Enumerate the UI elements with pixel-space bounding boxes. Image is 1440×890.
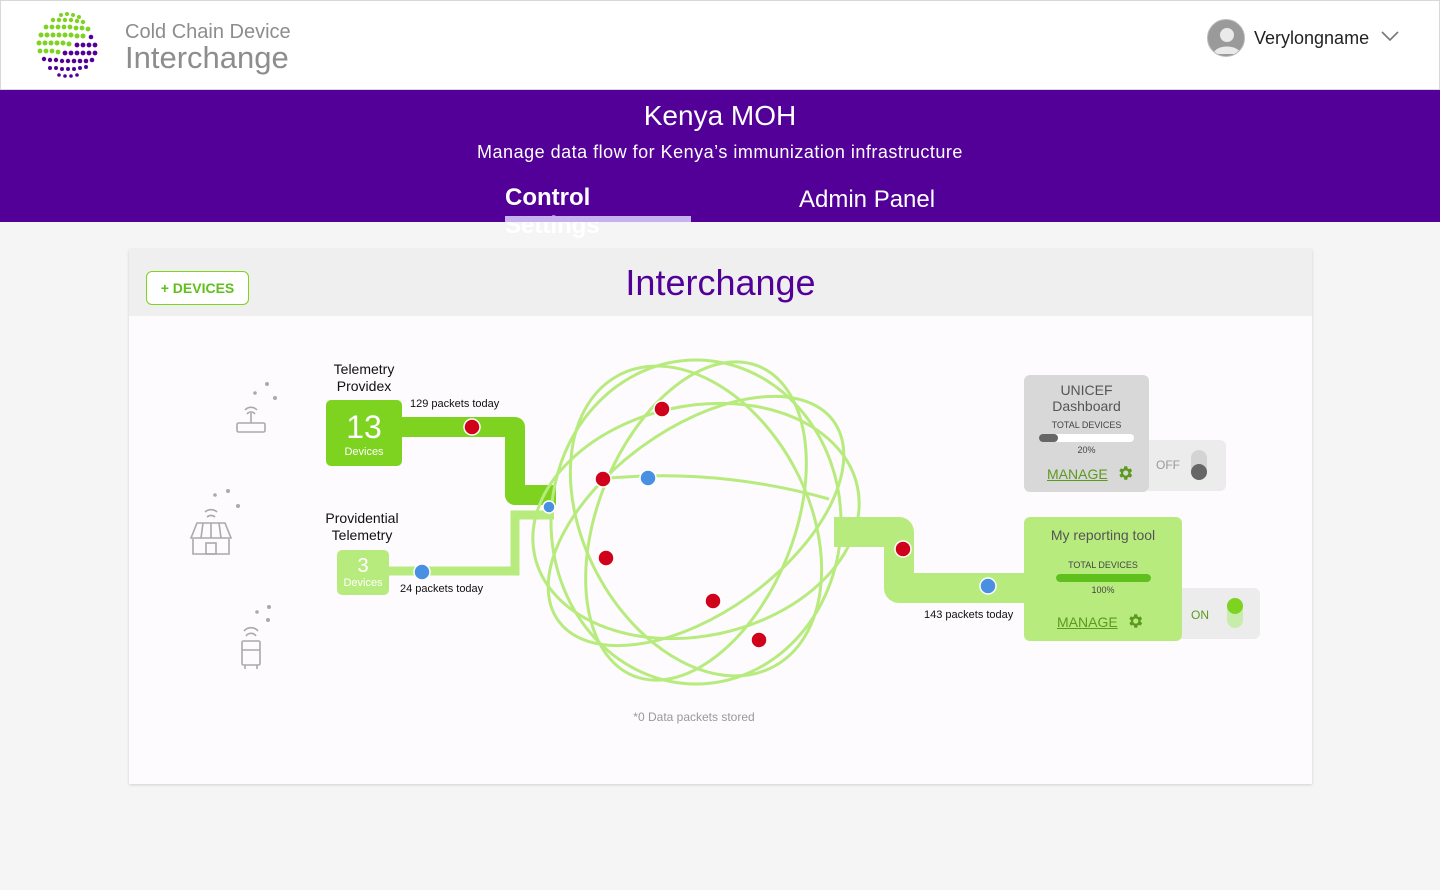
reporting-tool-toggle-switch[interactable] — [1227, 598, 1243, 628]
packets-today: 24 packets today — [400, 583, 484, 595]
top-bar: Cold Chain Device Interchange Verylongna… — [0, 0, 1440, 90]
device-count: 3 — [357, 555, 369, 577]
devices-progress-bar — [1055, 574, 1151, 582]
total-devices-label: TOTAL DEVICES — [1068, 560, 1138, 570]
progress-percent: 20% — [1077, 445, 1096, 455]
destination-my-reporting-tool: My reporting tool TOTAL DEVICES 100% MAN… — [1024, 517, 1182, 641]
total-devices-label: TOTAL DEVICES — [1051, 420, 1122, 430]
devices-progress-bar — [1039, 434, 1134, 442]
source-name: Telemetry Providex — [333, 361, 395, 394]
toggle-knob — [1227, 598, 1243, 614]
device-unit: Devices — [344, 446, 384, 458]
gear-icon[interactable] — [1126, 612, 1144, 630]
destination-name: My reporting tool — [1050, 527, 1156, 543]
source-device-count-box[interactable]: 3 Devices — [337, 550, 389, 595]
pipe-telemetry-providex — [397, 417, 556, 505]
device-unit: Devices — [343, 577, 383, 589]
toggle-state-label: ON — [1191, 608, 1209, 622]
unicef-toggle-switch[interactable] — [1191, 450, 1207, 480]
chevron-down-icon[interactable] — [1379, 25, 1401, 47]
tab-control-settings[interactable]: Control Settings — [505, 184, 691, 239]
health-facility-icon — [189, 489, 240, 555]
packets-today: 129 packets today — [410, 398, 500, 410]
pipe-providential — [388, 510, 554, 576]
destination-name: UNICEF Dashboard — [1052, 382, 1121, 414]
org-subtitle: Manage data flow for Kenya’s immunizatio… — [477, 142, 963, 162]
logo-globe-icon — [36, 12, 98, 78]
unicef-toggle-panel: OFF — [1148, 440, 1226, 491]
output-packets-today: 143 packets today — [924, 609, 1014, 621]
tab-label: Admin Panel — [799, 186, 936, 213]
user-menu[interactable]: Verylongname — [1207, 19, 1407, 59]
gear-icon[interactable] — [1116, 464, 1134, 482]
fridge-icon — [241, 605, 271, 669]
router-icon — [236, 382, 277, 433]
manage-link[interactable]: MANAGE — [1057, 614, 1118, 630]
toggle-knob — [1191, 464, 1207, 480]
pipe-output — [834, 517, 1024, 603]
packet-dot — [542, 500, 556, 514]
tab-label: Control Settings — [505, 184, 600, 239]
interchange-hub — [531, 358, 861, 686]
org-banner: Kenya MOH Manage data flow for Kenya’s i… — [0, 90, 1440, 239]
destination-unicef-dashboard: UNICEF Dashboard TOTAL DEVICES 20% MANAG… — [1024, 375, 1149, 492]
toggle-state-label: OFF — [1156, 458, 1180, 472]
tab-admin-panel[interactable]: Admin Panel — [799, 186, 935, 224]
devices-progress-fill — [1055, 574, 1151, 582]
manage-link[interactable]: MANAGE — [1047, 466, 1108, 482]
stored-packets-note: *0 Data packets stored — [633, 710, 755, 724]
username: Verylongname — [1254, 28, 1370, 48]
devices-progress-fill — [1039, 434, 1058, 442]
org-name: Kenya MOH — [643, 100, 797, 131]
device-count: 13 — [346, 409, 382, 445]
source-device-count-box[interactable]: 13 Devices — [326, 400, 402, 466]
source-name: Providential Telemetry — [325, 510, 399, 543]
logo-title-large: Interchange — [125, 40, 289, 75]
reporting-tool-toggle-panel: ON — [1181, 588, 1260, 639]
active-tab-indicator — [505, 216, 691, 222]
progress-percent: 100% — [1091, 585, 1115, 595]
avatar — [1207, 19, 1245, 57]
interchange-card: + DEVICES Interchange Telemetry Providex… — [129, 249, 1312, 784]
